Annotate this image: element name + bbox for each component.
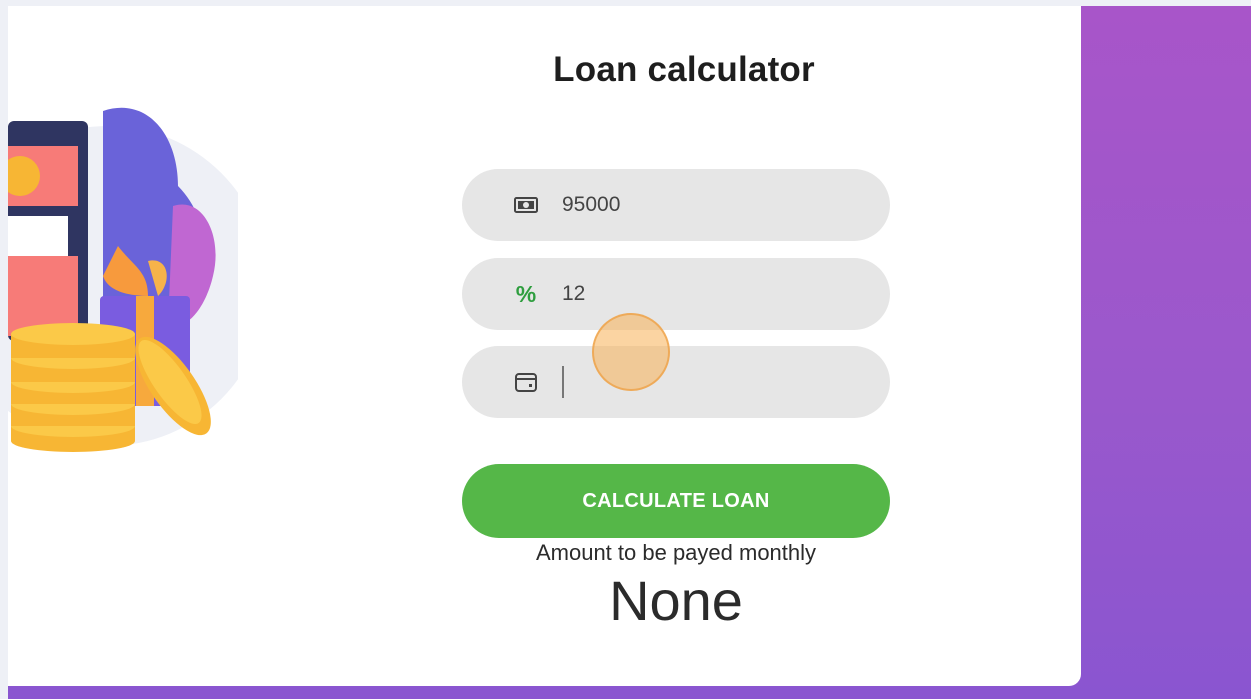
interest-rate-field[interactable]: % 12 <box>462 258 890 330</box>
click-indicator <box>592 313 670 391</box>
interest-rate-value: 12 <box>562 282 586 305</box>
result-value: None <box>609 569 743 632</box>
money-bill-icon <box>512 169 540 241</box>
loan-amount-field[interactable]: 95000 <box>462 169 890 241</box>
page-title: Loan calculator <box>553 50 815 89</box>
loan-duration-field[interactable] <box>462 346 890 418</box>
calendar-icon <box>512 346 540 418</box>
calculate-loan-button[interactable]: CALCULATE LOAN <box>462 464 890 538</box>
result-label: Amount to be payed monthly <box>535 540 817 565</box>
loan-amount-value: 95000 <box>562 193 621 216</box>
percent-icon: % <box>515 280 537 307</box>
loan-calculator-card: Loan calculator 95000 % 12 CALCULATE LOA… <box>8 6 1081 686</box>
finance-illustration <box>8 107 238 452</box>
text-caret <box>562 366 564 398</box>
